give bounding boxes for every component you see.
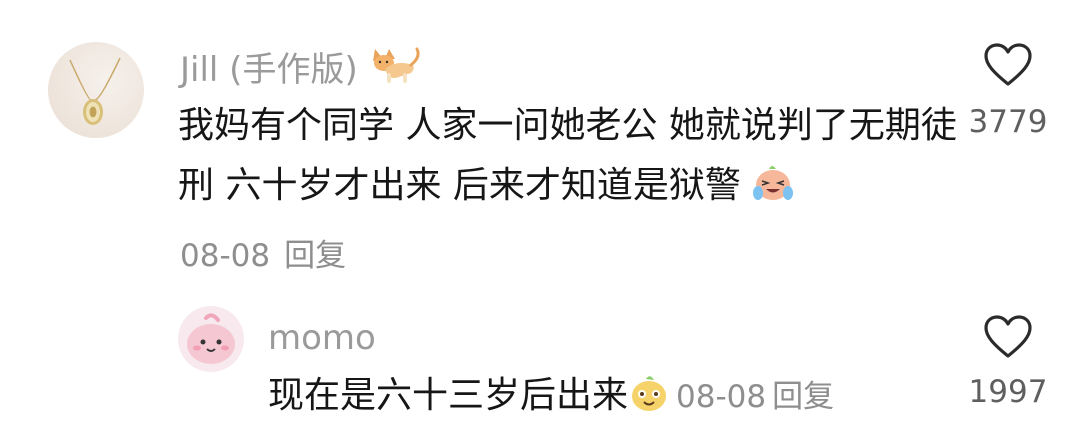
like-count: 3779 bbox=[968, 104, 1048, 140]
like-button[interactable] bbox=[983, 42, 1033, 88]
like-button[interactable] bbox=[983, 314, 1033, 360]
reply-button[interactable]: 回复 bbox=[772, 379, 834, 415]
sly-smile-emoji bbox=[628, 372, 670, 432]
comment-date: 08-08 bbox=[676, 379, 767, 415]
cat-emoji bbox=[369, 43, 421, 96]
username-text: Jill (手作版) bbox=[180, 50, 358, 90]
comment-username[interactable]: Jill (手作版) bbox=[180, 42, 421, 96]
comment-meta: 08-08 回复 bbox=[180, 230, 346, 275]
pink-character-icon bbox=[187, 313, 235, 364]
comment-body: 我妈有个同学 人家一问她老公 她就说判了无期徒刑 六十岁才出来 后来才知道是狱警 bbox=[178, 105, 957, 206]
comment-date: 08-08 bbox=[180, 238, 271, 274]
heart-outline-icon bbox=[984, 43, 1032, 86]
avatar[interactable] bbox=[48, 42, 144, 138]
comment-text: 我妈有个同学 人家一问她老公 她就说判了无期徒刑 六十岁才出来 后来才知道是狱警 bbox=[178, 96, 958, 222]
necklace-pendant-icon bbox=[69, 57, 121, 125]
comment-username[interactable]: momo bbox=[268, 318, 376, 358]
heart-outline-icon bbox=[984, 315, 1032, 358]
comment-body: 现在是六十三岁后出来 bbox=[268, 375, 629, 416]
laughing-crying-emoji bbox=[752, 162, 794, 222]
avatar[interactable] bbox=[178, 306, 244, 372]
like-count: 1997 bbox=[968, 374, 1048, 410]
reply-button[interactable]: 回复 bbox=[284, 238, 346, 274]
comment-text: 现在是六十三岁后出来 08-08 回复 bbox=[268, 366, 834, 432]
